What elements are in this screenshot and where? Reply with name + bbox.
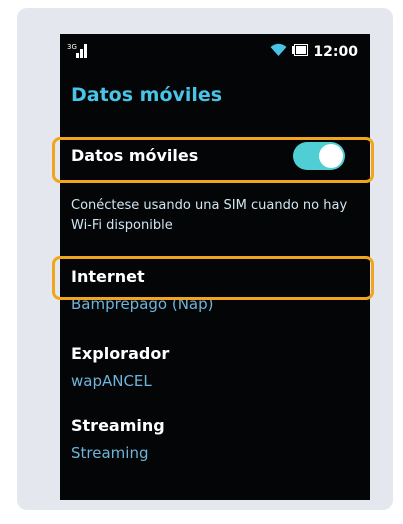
page-title: Datos móviles — [71, 84, 223, 106]
status-time: 12:00 — [313, 44, 358, 60]
setting-streaming-value[interactable]: Streaming — [71, 444, 148, 462]
setting-streaming-label[interactable]: Streaming — [71, 416, 165, 435]
mobile-data-description: Conéctese usando una SIM cuando no hay W… — [71, 198, 348, 233]
highlight-mobile-data — [52, 137, 374, 183]
wifi-icon — [270, 43, 287, 61]
svg-text:3G: 3G — [67, 43, 77, 51]
signal-bars-icon: 3G — [67, 42, 89, 58]
highlight-internet — [52, 256, 374, 300]
status-indicators: 12:00 — [270, 43, 358, 61]
status-bar: 3G 12:00 — [60, 42, 370, 64]
battery-icon — [292, 44, 309, 60]
setting-explorer-value[interactable]: wapANCEL — [71, 372, 152, 390]
setting-explorer-label[interactable]: Explorador — [71, 344, 169, 363]
